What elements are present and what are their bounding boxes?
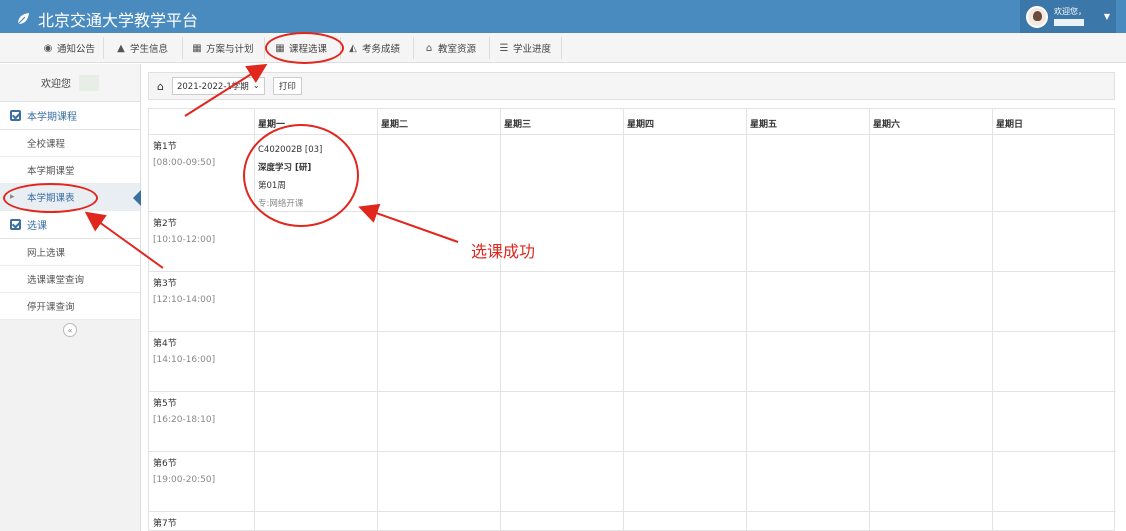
annotation-arrows	[84, 63, 459, 269]
annotation-text: 选课成功	[471, 242, 536, 261]
